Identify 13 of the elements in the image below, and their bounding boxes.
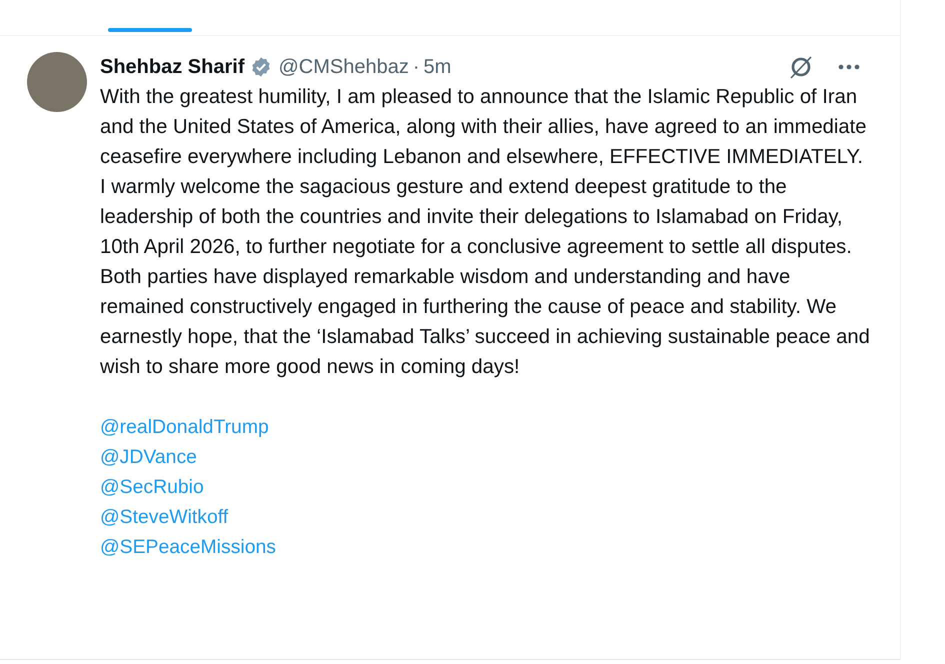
post-paragraph: With the greatest humility, I am pleased to announce that the Islamic Republic of Iran and the United States of America, along with their allies, have agreed to an immediate ceasefire everywhere including Lebanon and elsewhere, EFFECTIVE IMMEDIATELY. — [100, 85, 868, 170]
mention-link[interactable]: @SecRubio — [100, 476, 204, 498]
timestamp[interactable]: 5m — [424, 52, 452, 82]
post-paragraph: I warmly welcome the sagacious gesture and extend deepest gratitude to the leadership of both the countries and invite their delegations to Islamabad on Friday, 10th April 2026, to further negotiate for a conclusive agreement to settle all disputes. — [100, 175, 853, 260]
mention-link[interactable]: @realDonaldTrump — [100, 416, 269, 438]
post-paragraph: Both parties have displayed remarkable wisdom and understanding and have remained constructively engaged in furthering the cause of peace and stability. We earnestly hope, that the ‘Islamabad Talks’ succeed in achieving sustainable peace and wish to share more good news in coming days! — [100, 265, 870, 380]
mention-link[interactable]: @JDVance — [100, 446, 197, 468]
more-icon[interactable] — [838, 63, 860, 71]
author-name[interactable]: Shehbaz Sharif — [100, 52, 244, 82]
handle[interactable]: @CMShehbaz — [278, 52, 409, 82]
separator-dot: · — [412, 55, 420, 80]
mention-link[interactable]: @SteveWitkoff — [100, 506, 228, 528]
mention-link[interactable]: @SEPeaceMissions — [100, 536, 276, 558]
